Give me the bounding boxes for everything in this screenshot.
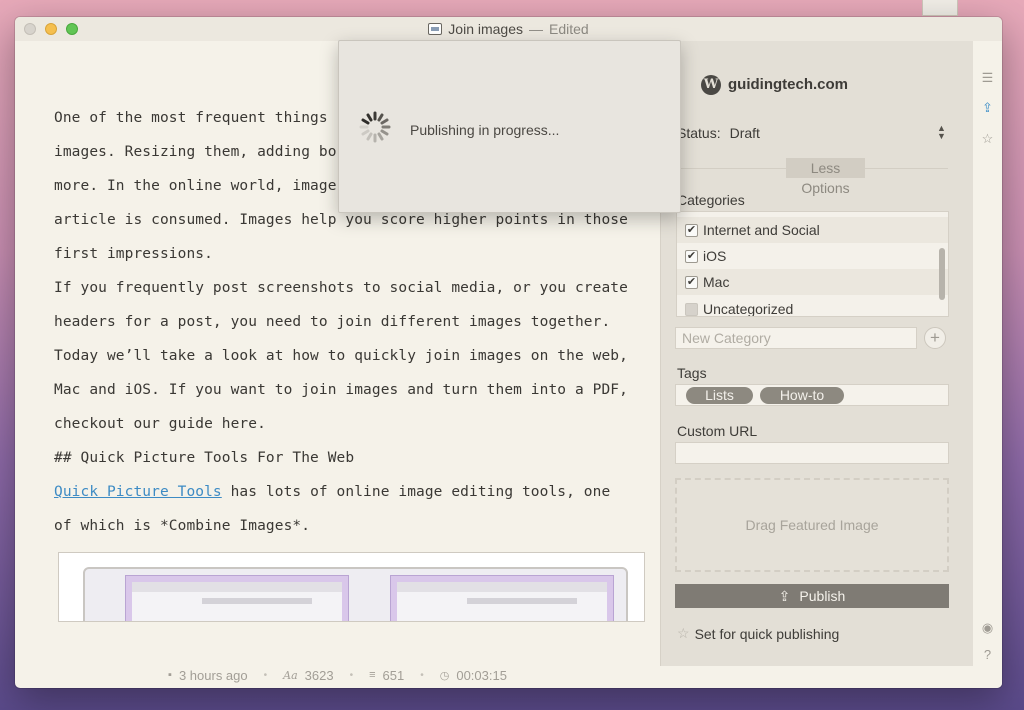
separator-dot: • [349, 669, 354, 681]
editor-link-line: Quick Picture Tools has lots of online i… [54, 481, 644, 515]
editor-line: first impressions. [54, 246, 213, 262]
star-box-icon[interactable]: ☆ [979, 130, 996, 147]
screenshot-panel [125, 575, 349, 621]
category-label: Mac [703, 274, 730, 290]
spinner-icon [359, 111, 391, 143]
save-icon: ▪ [168, 669, 172, 681]
status-bar: ▪ 3 hours ago • Aa 3623 • ≡ 651 • ◷ 00:0… [15, 662, 660, 688]
share-icon: ⇪ [778, 587, 791, 604]
edited-status: Edited [549, 21, 589, 37]
reading-time: 00:03:15 [456, 667, 507, 683]
embedded-screenshot-image [58, 552, 645, 622]
category-label: Internet and Social [703, 222, 820, 238]
custom-url-label: Custom URL [677, 423, 758, 439]
tags-field[interactable]: Lists How-to [675, 384, 949, 406]
category-label: iOS [703, 248, 727, 264]
editor-heading-line: ## Quick Picture Tools For The Web [54, 450, 355, 466]
site-name: guidingtech.com [728, 76, 848, 93]
category-item[interactable]: ✔ Internet and Social [677, 217, 948, 243]
updown-arrows-icon[interactable]: ▲ ▼ [937, 124, 946, 141]
add-category-button[interactable]: + [924, 327, 946, 349]
less-options-button[interactable]: Less Options [786, 158, 865, 196]
publishing-message: Publishing in progress... [410, 122, 560, 138]
tag-pill[interactable]: How-to [760, 387, 844, 404]
checkbox-unchecked-icon[interactable] [685, 302, 698, 316]
publishing-popover: Publishing in progress... [338, 40, 681, 213]
font-icon: Aa [283, 668, 298, 682]
editor-line: article is consumed. Images help you sco… [54, 212, 628, 228]
editor-line: Mac and iOS. If you want to join images … [54, 382, 628, 398]
publish-panel: W guidingtech.com Status: Draft ▲ ▼ Less … [660, 41, 973, 666]
publish-label: Publish [799, 588, 846, 604]
editor-line: headers for a post, you need to join dif… [54, 314, 611, 330]
character-count: 3623 [304, 667, 334, 683]
lines-icon: ≡ [369, 669, 376, 681]
categories-label: Categories [677, 192, 745, 208]
featured-image-dropzone[interactable]: Drag Featured Image [675, 478, 949, 572]
new-category-input[interactable]: New Category [675, 327, 917, 349]
words-stat: ≡ 651 [369, 668, 404, 683]
clock-icon: ◷ [439, 669, 450, 682]
checkbox-checked-icon[interactable]: ✔ [685, 249, 698, 263]
window-title-text: Join images [448, 21, 523, 37]
characters-stat: Aa 3623 [283, 668, 333, 683]
category-item[interactable]: Uncategorized [677, 296, 948, 317]
title-separator: — [529, 21, 543, 37]
status-value: Draft [729, 125, 760, 141]
help-icon[interactable]: ? [979, 646, 996, 663]
wordpress-icon: W [701, 75, 721, 95]
quick-publish-toggle[interactable]: ☆ Set for quick publishing [677, 625, 839, 642]
checkbox-checked-icon[interactable]: ✔ [685, 275, 698, 289]
minimize-button[interactable] [45, 23, 57, 35]
saved-time: 3 hours ago [178, 667, 248, 683]
saved-stat: ▪ 3 hours ago [168, 668, 248, 683]
editor-line-rest: has lots of online image editing tools, … [221, 484, 611, 500]
time-stat: ◷ 00:03:15 [440, 668, 507, 683]
window-controls [24, 23, 78, 35]
editor-line: If you frequently post screenshots to so… [54, 280, 628, 296]
close-button[interactable] [24, 23, 36, 35]
window-title: Join images — Edited [428, 21, 589, 37]
list-icon[interactable]: ☰ [979, 69, 996, 86]
eye-icon[interactable]: ◉ [979, 619, 996, 636]
categories-scrollbar[interactable] [939, 248, 945, 300]
checkbox-checked-icon[interactable]: ✔ [685, 223, 698, 237]
star-icon[interactable]: ☆ [677, 625, 690, 642]
category-item[interactable]: ✔ Mac [677, 269, 948, 295]
dropzone-label: Drag Featured Image [745, 517, 879, 533]
maximize-button[interactable] [66, 23, 78, 35]
separator-dot: • [420, 669, 424, 681]
editor-line: of which is *Combine Images*. [54, 518, 311, 534]
categories-list[interactable]: ✔ Internet and Social ✔ iOS ✔ Mac Uncate… [676, 211, 949, 317]
category-label: Uncategorized [703, 301, 794, 317]
word-count: 651 [382, 667, 405, 683]
publish-button[interactable]: ⇪ Publish [675, 584, 949, 608]
tags-label: Tags [677, 365, 707, 381]
status-label: Status: [677, 125, 721, 141]
screenshot-frame [83, 567, 628, 621]
tag-pill[interactable]: Lists [686, 387, 753, 404]
custom-url-input[interactable] [675, 442, 949, 464]
editor-line: checkout our guide here. [54, 416, 266, 432]
share-icon[interactable]: ⇪ [979, 99, 996, 116]
status-select[interactable]: Status: Draft [677, 125, 760, 141]
quick-picture-tools-link[interactable]: Quick Picture Tools [54, 484, 222, 500]
title-bar: Join images — Edited [15, 17, 1002, 41]
right-icon-rail: ☰ ⇪ ☆ ◉ ? [973, 41, 1002, 688]
editor-line: Today we’ll take a look at how to quickl… [54, 348, 628, 364]
category-item[interactable]: ✔ iOS [677, 243, 948, 269]
desktop-icon [922, 0, 958, 16]
screenshot-panel [390, 575, 614, 621]
document-icon [428, 23, 443, 35]
quick-publish-label: Set for quick publishing [694, 625, 840, 642]
separator-dot: • [263, 669, 268, 681]
site-header: W guidingtech.com [661, 75, 973, 99]
